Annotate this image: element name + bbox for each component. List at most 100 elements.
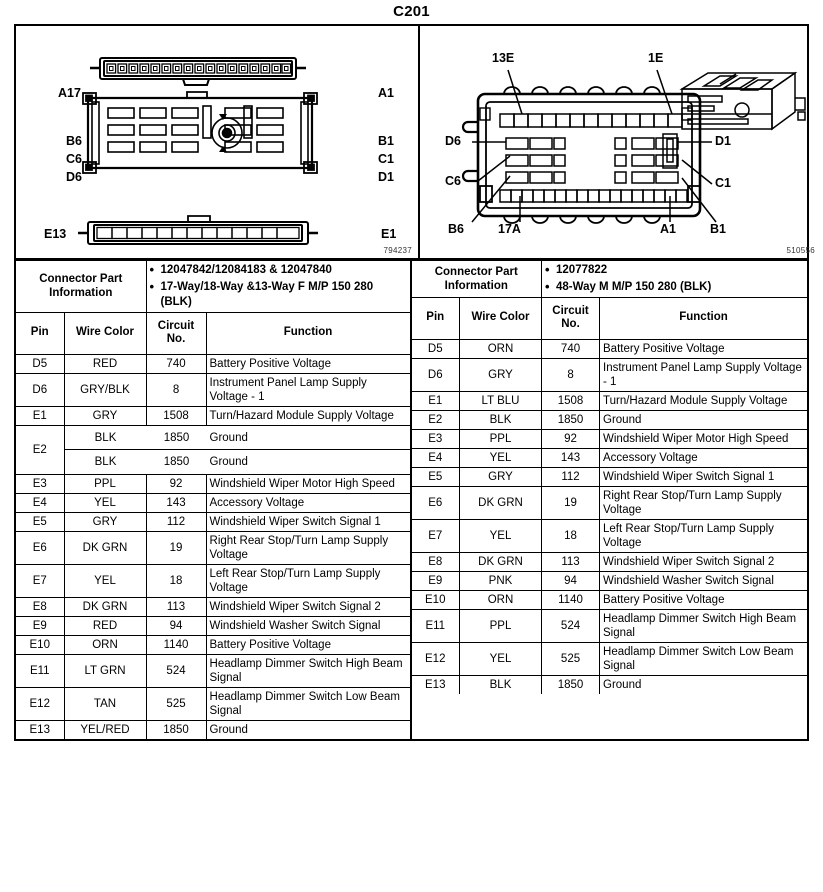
left-label-b1: B1 xyxy=(378,134,394,148)
table-row: E9 RED 94 Windshield Washer Switch Signal xyxy=(16,615,410,637)
table-subrow: BLK 1850 Ground xyxy=(64,425,410,451)
table-row: E13 YEL/RED 1850 Ground xyxy=(16,720,410,740)
circuit-no-cell: 92 xyxy=(145,473,207,494)
function-cell: Battery Positive Voltage xyxy=(205,353,410,374)
circuit-no-cell: 94 xyxy=(541,571,601,592)
pin-cell: E11 xyxy=(411,609,460,644)
pin-cell: E2 xyxy=(16,424,65,475)
left-label-c6: C6 xyxy=(66,152,82,166)
function-cell: Battery Positive Voltage xyxy=(205,635,410,656)
left-header-function: Function xyxy=(205,311,410,355)
wire-color-cell: RED xyxy=(63,353,147,374)
function-cell: Left Rear Stop/Turn Lamp Supply Voltage xyxy=(205,563,410,598)
left-label-e1: E1 xyxy=(381,227,397,241)
function-cell: Instrument Panel Lamp Supply Voltage - 1 xyxy=(205,372,410,407)
circuit-no-cell: 19 xyxy=(541,485,601,521)
table-row: E11 LT GRN 524 Headlamp Dimmer Switch High … xyxy=(16,654,410,689)
pin-cell: E4 xyxy=(16,492,65,513)
pinout-tables: Connector Part Information 12047842/1208… xyxy=(14,258,809,742)
function-cell: Ground xyxy=(209,456,248,469)
wire-color-cell: GRY/BLK xyxy=(63,372,147,407)
function-cell: Turn/Hazard Module Supply Voltage xyxy=(205,405,410,426)
table-row: E3 PPL 92 Windshield Wiper Motor High Speed xyxy=(411,428,807,449)
circuit-no-cell: 1850 xyxy=(163,456,190,469)
function-cell: Windshield Washer Switch Signal xyxy=(205,615,410,637)
right-label-d6: D6 xyxy=(445,134,461,148)
right-table-body: D5 ORN 740 Battery Positive Voltage D6 GRY 8 In… xyxy=(411,338,807,695)
function-cell: Accessory Voltage xyxy=(599,447,807,468)
table-row: D5 ORN 740 Battery Positive Voltage xyxy=(411,338,807,359)
left-label-d6: D6 xyxy=(66,170,82,184)
circuit-no-cell: 524 xyxy=(541,609,601,644)
right-connector-part-info-label: Connector Part Information xyxy=(411,260,543,298)
pin-cell: E9 xyxy=(411,571,460,592)
table-row: E5 GRY 112 Windshield Wiper Switch Signal 1 xyxy=(411,466,807,488)
table-row: E4 YEL 143 Accessory Voltage xyxy=(411,447,807,468)
pin-cell: E7 xyxy=(411,519,460,554)
pin-cell: E6 xyxy=(16,530,65,565)
table-row: E2 BLK 1850 Ground xyxy=(411,409,807,430)
wire-color-cell: GRY xyxy=(458,357,543,392)
pin-cell: E3 xyxy=(411,428,460,449)
left-connector-description: 17-Way/18-Way &13-Way F M/P 150 280 (BLK… xyxy=(150,279,407,310)
right-column-header-row: Pin Wire Color Circuit No. Function xyxy=(411,296,807,340)
left-header-wire-color: Wire Color xyxy=(63,311,147,355)
right-pinout-table: Connector Part Information 12077822 48-W… xyxy=(411,260,807,695)
wire-color-cell: DK GRN xyxy=(63,530,147,565)
left-label-c1: C1 xyxy=(378,152,394,166)
pin-cell: E9 xyxy=(16,615,65,637)
function-cell: Instrument Panel Lamp Supply Voltage - 1 xyxy=(599,357,807,392)
function-cell: Windshield Washer Switch Signal xyxy=(599,571,807,592)
circuit-no-cell: 112 xyxy=(145,511,207,532)
right-header-pin: Pin xyxy=(411,296,460,340)
wire-color-cell: BLK xyxy=(458,675,543,695)
pin-cell: D5 xyxy=(411,338,460,359)
right-connector-part-number: 12077822 xyxy=(545,262,804,279)
circuit-no-cell: 8 xyxy=(145,372,207,407)
circuit-no-cell: 1140 xyxy=(145,635,207,656)
right-label-d1: D1 xyxy=(715,134,731,148)
wire-color-cell: YEL xyxy=(458,642,543,677)
function-cell: Battery Positive Voltage xyxy=(599,338,807,359)
circuit-no-cell: 1508 xyxy=(145,405,207,426)
table-row: E9 PNK 94 Windshield Washer Switch Signal xyxy=(411,571,807,592)
wire-color-cell: GRY xyxy=(458,466,543,488)
function-cell: Headlamp Dimmer Switch Low Beam Signal xyxy=(599,642,807,677)
wire-color-cell: ORN xyxy=(458,338,543,359)
circuit-no-cell: 525 xyxy=(541,642,601,677)
right-connector-drawing xyxy=(461,69,806,224)
right-label-b6: B6 xyxy=(448,222,464,236)
right-connector-part-info-row: Connector Part Information 12077822 48-W… xyxy=(411,260,807,298)
right-connector-description: 48-Way M M/P 150 280 (BLK) xyxy=(545,279,804,296)
table-row: E2 BLK 1850 Ground BLK 1850 Ground xyxy=(16,424,410,475)
function-cell: Windshield Wiper Switch Signal 2 xyxy=(599,552,807,573)
pin-cell: E2 xyxy=(411,409,460,430)
wire-color-cell: PPL xyxy=(63,473,147,494)
table-row: E3 PPL 92 Windshield Wiper Motor High Speed xyxy=(16,473,410,494)
circuit-no-cell: 1140 xyxy=(541,590,601,611)
right-header-wire-color: Wire Color xyxy=(458,296,543,340)
table-row: E12 TAN 525 Headlamp Dimmer Switch Low Beam… xyxy=(16,687,410,722)
pin-cell: E6 xyxy=(411,485,460,521)
table-row: E13 BLK 1850 Ground xyxy=(411,675,807,695)
wire-color-cell: PPL xyxy=(458,428,543,449)
table-row: E12 YEL 525 Headlamp Dimmer Switch Low Beam… xyxy=(411,642,807,677)
circuit-no-cell: 1508 xyxy=(541,390,601,411)
circuit-no-cell: 8 xyxy=(541,357,601,392)
function-cell: Left Rear Stop/Turn Lamp Supply Voltage xyxy=(599,519,807,554)
left-label-e13: E13 xyxy=(44,227,67,241)
right-label-a1: A1 xyxy=(660,222,676,236)
pin-cell: E5 xyxy=(411,466,460,488)
pin-cell: E8 xyxy=(411,552,460,573)
function-cell: Turn/Hazard Module Supply Voltage xyxy=(599,390,807,411)
wire-color-cell: PNK xyxy=(458,571,543,592)
function-cell: Windshield Wiper Motor High Speed xyxy=(599,428,807,449)
function-cell: Headlamp Dimmer Switch High Beam Signal xyxy=(599,609,807,644)
circuit-no-cell: 1850 xyxy=(146,425,207,451)
function-cell: Ground xyxy=(205,720,410,740)
pin-cell: E8 xyxy=(16,596,65,618)
pin-cell: E3 xyxy=(16,473,65,494)
left-column-header-row: Pin Wire Color Circuit No. Function xyxy=(16,311,410,355)
circuit-no-cell: 113 xyxy=(541,552,601,573)
left-connector-part-info-label: Connector Part Information xyxy=(16,260,147,313)
